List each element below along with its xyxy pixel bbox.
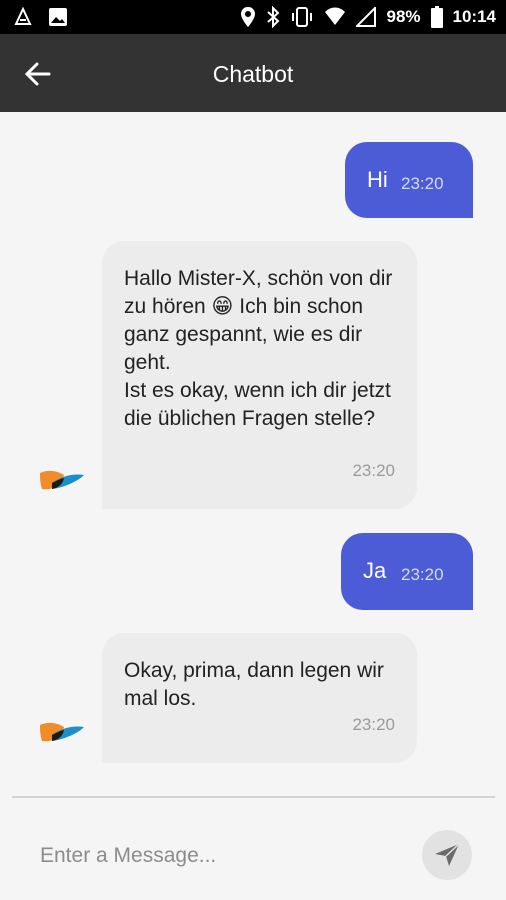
location-icon — [240, 6, 256, 28]
bot-message: Okay, prima, dann legen wir mal los. 23:… — [102, 633, 417, 763]
wifi-icon — [324, 7, 346, 27]
message-text: Hi — [367, 167, 388, 192]
bot-avatar-icon — [38, 717, 86, 753]
status-left-icons — [12, 6, 68, 28]
message-list[interactable]: Hi 23:20 Hallo Mister-X, schön von dir z… — [0, 112, 506, 797]
signal-icon — [356, 7, 377, 27]
message-time: 23:20 — [401, 174, 444, 193]
message-text: Okay, prima, dann legen wir mal los. — [124, 659, 384, 710]
bot-message: Hallo Mister-X, schön von dir zu hören 😁… — [102, 241, 417, 509]
status-time: 10:14 — [452, 7, 496, 26]
message-text: Ja — [363, 558, 387, 583]
message-text: Hallo Mister-X, schön von dir zu hören 😁… — [124, 267, 393, 430]
battery-percent: 98% — [386, 7, 421, 26]
user-message: Hi 23:20 — [345, 142, 473, 218]
message-time: 23:20 — [352, 715, 395, 734]
vibrate-icon — [290, 6, 314, 28]
bot-avatar-icon — [38, 465, 86, 501]
user-message: Ja 23:20 — [341, 533, 473, 610]
composer-divider — [12, 796, 495, 798]
battery-icon — [430, 6, 443, 28]
app-bar: Chatbot — [0, 34, 506, 112]
image-notification-icon — [48, 7, 68, 27]
send-button[interactable] — [422, 830, 472, 880]
message-input[interactable] — [40, 838, 400, 874]
status-right-icons: 98% 10:14 — [240, 0, 496, 34]
bluetooth-icon — [266, 6, 280, 28]
send-icon — [435, 843, 460, 866]
message-time: 23:20 — [401, 565, 444, 584]
message-time: 23:20 — [352, 461, 395, 480]
page-title: Chatbot — [212, 61, 294, 87]
status-bar: 98% 10:14 — [0, 0, 506, 34]
app-notification-icon — [12, 6, 34, 28]
